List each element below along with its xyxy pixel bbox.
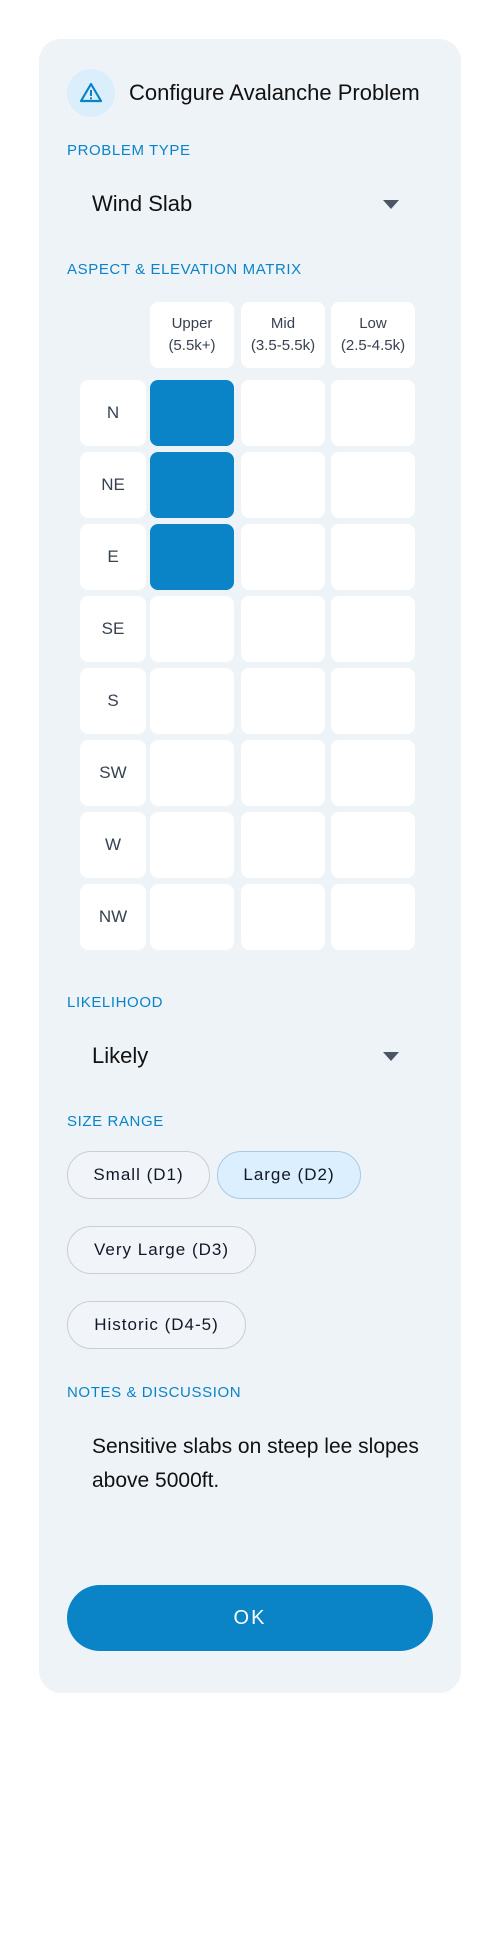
matrix-cell-se-low[interactable] — [331, 596, 415, 662]
row-header-nw: NW — [80, 884, 146, 950]
column-header-low: Low (2.5-4.5k) — [331, 302, 415, 368]
chevron-down-icon — [383, 1052, 399, 1061]
warning-icon — [67, 69, 115, 117]
matrix-cell-sw-low[interactable] — [331, 740, 415, 806]
matrix-cell-w-upper[interactable] — [150, 812, 234, 878]
matrix-cell-se-mid[interactable] — [241, 596, 325, 662]
avalanche-problem-dialog: Configure Avalanche Problem PROBLEM TYPE… — [39, 39, 461, 1693]
row-header-n: N — [80, 380, 146, 446]
size-option-large[interactable]: Large (D2) — [217, 1151, 361, 1199]
row-header-s: S — [80, 668, 146, 734]
size-range-label: SIZE RANGE — [67, 1113, 164, 1130]
likelihood-value: Likely — [92, 1043, 149, 1068]
matrix-cell-nw-mid[interactable] — [241, 884, 325, 950]
matrix-cell-ne-upper[interactable] — [150, 452, 234, 518]
size-option-historic[interactable]: Historic (D4-5) — [67, 1301, 246, 1349]
matrix-cell-s-upper[interactable] — [150, 668, 234, 734]
dialog-title: Configure Avalanche Problem — [129, 80, 420, 105]
matrix-cell-e-low[interactable] — [331, 524, 415, 590]
matrix-cell-nw-low[interactable] — [331, 884, 415, 950]
matrix-cell-w-low[interactable] — [331, 812, 415, 878]
chevron-down-icon — [383, 200, 399, 209]
matrix-cell-n-upper[interactable] — [150, 380, 234, 446]
likelihood-select[interactable]: Likely — [67, 1030, 421, 1082]
matrix-cell-n-low[interactable] — [331, 380, 415, 446]
column-header-upper-range: (5.5k+) — [168, 337, 216, 354]
likelihood-label: LIKELIHOOD — [67, 994, 164, 1011]
size-option-small[interactable]: Small (D1) — [67, 1151, 210, 1199]
row-header-ne: NE — [80, 452, 146, 518]
matrix-cell-nw-upper[interactable] — [150, 884, 234, 950]
row-header-e: E — [80, 524, 146, 590]
ok-button[interactable]: OK — [67, 1585, 433, 1651]
column-header-mid-range: (3.5-5.5k) — [250, 337, 316, 354]
matrix-cell-se-upper[interactable] — [150, 596, 234, 662]
matrix-cell-s-low[interactable] — [331, 668, 415, 734]
problem-type-label: PROBLEM TYPE — [67, 142, 191, 159]
matrix-cell-sw-upper[interactable] — [150, 740, 234, 806]
dialog-header: Configure Avalanche Problem — [67, 69, 420, 117]
column-header-upper: Upper (5.5k+) — [150, 302, 234, 368]
matrix-cell-e-mid[interactable] — [241, 524, 325, 590]
matrix-cell-sw-mid[interactable] — [241, 740, 325, 806]
row-header-se: SE — [80, 596, 146, 662]
matrix-cell-w-mid[interactable] — [241, 812, 325, 878]
matrix-cell-s-mid[interactable] — [241, 668, 325, 734]
matrix-cell-ne-low[interactable] — [331, 452, 415, 518]
matrix-cell-ne-mid[interactable] — [241, 452, 325, 518]
matrix-cell-e-upper[interactable] — [150, 524, 234, 590]
notes-textarea[interactable]: Sensitive slabs on steep lee slopes abov… — [92, 1430, 422, 1498]
column-header-mid: Mid (3.5-5.5k) — [241, 302, 325, 368]
column-header-upper-name: Upper — [171, 315, 213, 332]
row-header-w: W — [80, 812, 146, 878]
column-header-low-range: (2.5-4.5k) — [340, 337, 406, 354]
matrix-cell-n-mid[interactable] — [241, 380, 325, 446]
column-header-mid-name: Mid — [270, 315, 296, 332]
matrix-label: ASPECT & ELEVATION MATRIX — [67, 261, 302, 278]
size-option-very-large[interactable]: Very Large (D3) — [67, 1226, 256, 1274]
problem-type-value: Wind Slab — [92, 191, 193, 216]
column-header-low-name: Low — [359, 315, 387, 332]
problem-type-select[interactable]: Wind Slab — [67, 178, 421, 230]
row-header-sw: SW — [80, 740, 146, 806]
notes-label: NOTES & DISCUSSION — [67, 1384, 242, 1401]
